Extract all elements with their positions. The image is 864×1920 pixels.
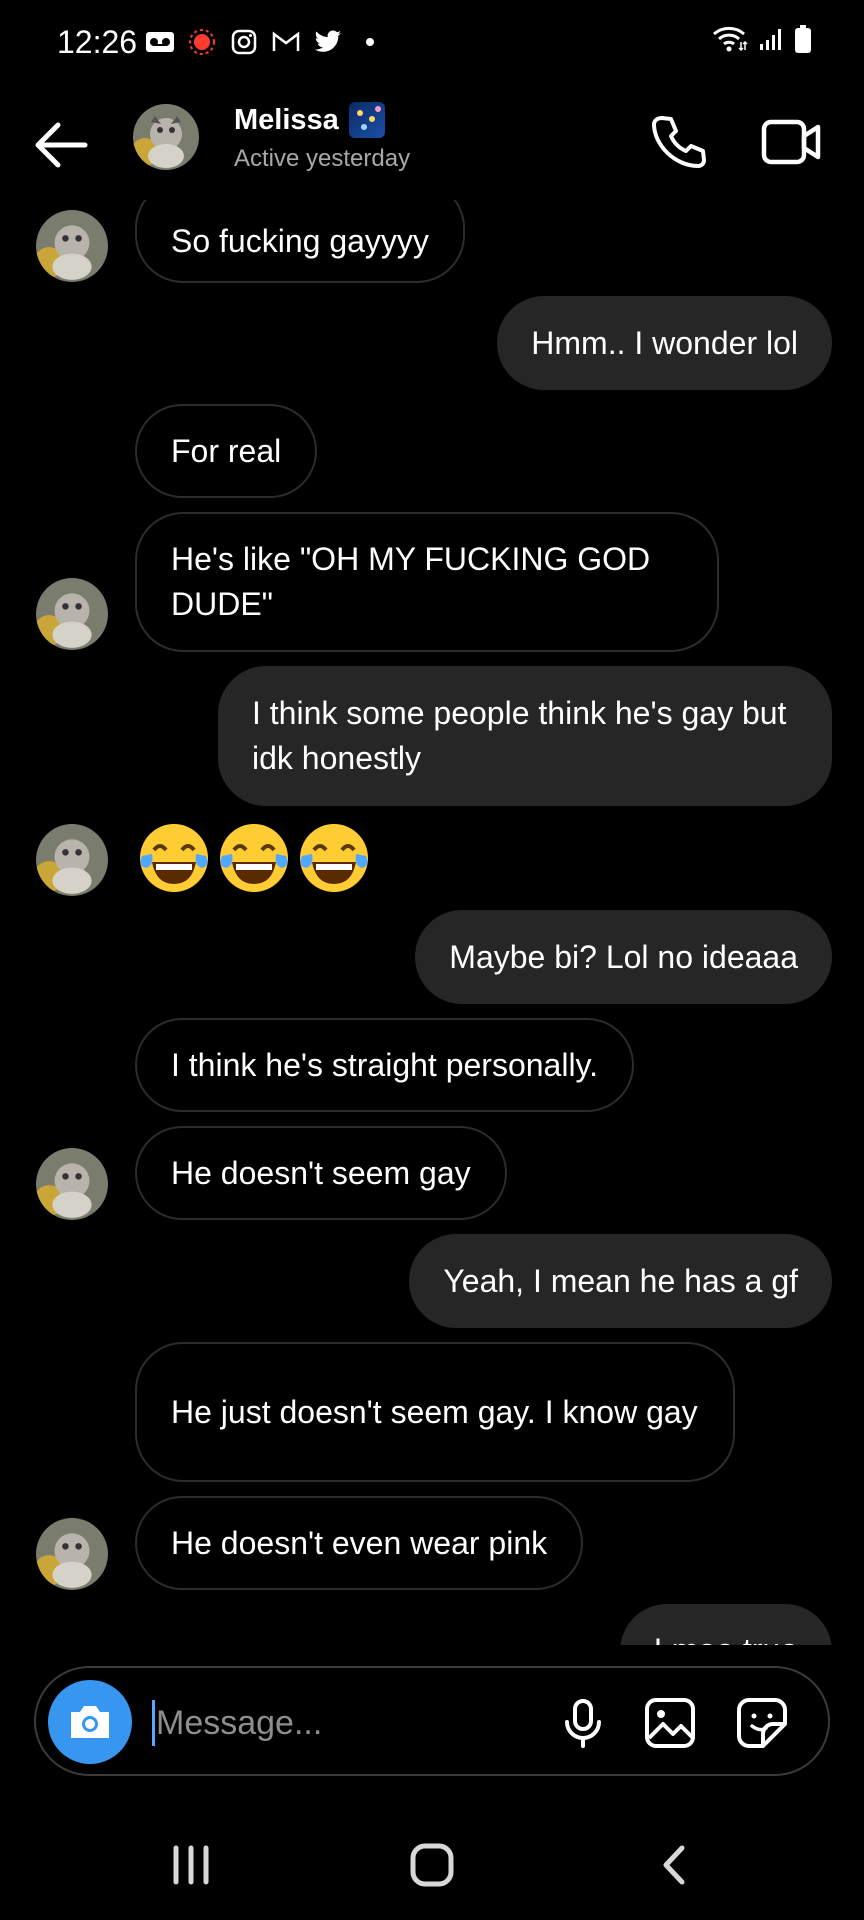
message-text: I think he's straight personally. (171, 1046, 599, 1083)
outgoing-message[interactable]: Lmao true (619, 1604, 832, 1645)
message-text: He's like "OH MY FUCKING GOD DUDE" (171, 541, 651, 622)
camera-icon (71, 1706, 109, 1738)
home-button[interactable] (398, 1840, 468, 1890)
system-back-button[interactable] (640, 1840, 710, 1890)
gallery-button[interactable] (643, 1696, 697, 1750)
message-text: For real (171, 432, 282, 469)
status-time: 12:26 (57, 24, 138, 60)
gmail-icon (270, 26, 302, 58)
contact-name[interactable]: Melissa (234, 102, 385, 138)
sticker-icon (737, 1698, 787, 1748)
sticker-button[interactable] (735, 1696, 789, 1750)
gallery-icon (645, 1698, 695, 1748)
contact-name-text: Melissa (234, 103, 339, 136)
message-text: Lmao true (654, 1628, 798, 1645)
header-avatar[interactable] (133, 104, 199, 170)
outgoing-message[interactable]: Yeah, I mean he has a gf (409, 1234, 832, 1328)
sender-avatar[interactable] (36, 210, 108, 282)
tears-of-joy-emoji-icon (220, 824, 288, 892)
wifi-icon (712, 24, 748, 59)
chat-header: Melissa Active yesterday (0, 90, 864, 200)
recent-apps-button[interactable] (156, 1840, 226, 1890)
video-camera-icon (761, 119, 821, 165)
audio-call-button[interactable] (648, 110, 710, 172)
incoming-message[interactable]: He's like "OH MY FUCKING GOD DUDE" (135, 512, 719, 652)
video-call-button[interactable] (760, 112, 824, 172)
status-bar: 12:26 (0, 0, 864, 90)
outgoing-message[interactable]: Hmm.. I wonder lol (497, 296, 832, 390)
message-text: Maybe bi? Lol no ideaaa (449, 938, 798, 975)
tears-of-joy-emoji-icon (140, 824, 208, 892)
microphone-icon (565, 1699, 601, 1748)
camera-button[interactable] (48, 1680, 132, 1764)
sender-avatar[interactable] (36, 578, 108, 650)
message-text: I think some people think he's gay but i… (252, 695, 787, 776)
home-icon (410, 1843, 454, 1887)
message-text: So fucking gayyyy (171, 223, 429, 259)
voice-message-button[interactable] (556, 1696, 610, 1750)
instagram-icon (228, 26, 260, 58)
incoming-message[interactable]: So fucking gayyyy (135, 200, 465, 283)
message-text: Yeah, I mean he has a gf (443, 1262, 798, 1299)
record-icon (186, 26, 218, 58)
message-thread[interactable]: So fucking gayyyy Hmm.. I wonder lol For… (0, 200, 864, 1645)
message-text: Hmm.. I wonder lol (531, 324, 798, 361)
phone-icon (652, 116, 706, 168)
recent-apps-icon (173, 1845, 209, 1885)
incoming-message[interactable]: I think he's straight personally. (135, 1018, 635, 1112)
voicemail-icon (144, 26, 176, 58)
sender-avatar[interactable] (36, 1148, 108, 1220)
message-composer (34, 1666, 830, 1776)
message-input[interactable] (154, 1692, 558, 1754)
battery-icon (794, 24, 812, 59)
back-arrow-icon (35, 122, 88, 168)
dot-icon (354, 26, 386, 58)
chevron-left-icon (663, 1845, 685, 1885)
outgoing-message[interactable]: I think some people think he's gay but i… (218, 666, 832, 806)
active-status: Active yesterday (234, 145, 411, 172)
outgoing-message[interactable]: Maybe bi? Lol no ideaaa (415, 910, 832, 1004)
twitter-icon (312, 26, 344, 58)
message-text: He just doesn't seem gay. I know gay (171, 1393, 698, 1430)
notification-icons (144, 26, 386, 58)
message-text: He doesn't even wear pink (171, 1524, 548, 1561)
message-text: He doesn't seem gay (171, 1154, 471, 1191)
tears-of-joy-emoji-icon (300, 824, 368, 892)
sender-avatar[interactable] (36, 824, 108, 896)
fireworks-emoji-icon (348, 102, 385, 138)
sender-avatar[interactable] (36, 1518, 108, 1590)
back-button[interactable] (30, 115, 92, 175)
system-icons (712, 24, 812, 59)
incoming-message[interactable]: He just doesn't seem gay. I know gay (135, 1342, 735, 1482)
incoming-message[interactable]: He doesn't seem gay (135, 1126, 507, 1220)
system-navigation-bar (0, 1800, 864, 1920)
incoming-message[interactable]: For real (135, 404, 318, 498)
emoji-message[interactable] (136, 820, 372, 896)
signal-icon (758, 26, 784, 57)
incoming-message[interactable]: He doesn't even wear pink (135, 1496, 584, 1590)
